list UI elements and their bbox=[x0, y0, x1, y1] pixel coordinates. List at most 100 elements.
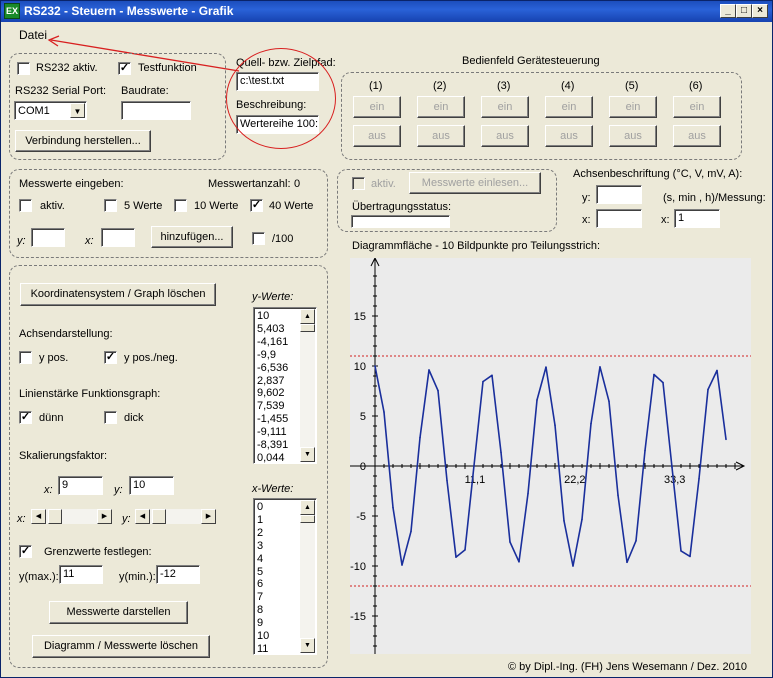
scroll-up-icon[interactable]: ▲ bbox=[300, 309, 315, 324]
thick-label: dick bbox=[124, 412, 144, 424]
thick-checkbox[interactable] bbox=[104, 411, 117, 424]
y-values-list[interactable]: 10 5,403 -4,161 -9,9 -6,536 2,837 9,602 7,539 -1… bbox=[253, 307, 317, 464]
list-item[interactable]: -1,455 bbox=[257, 413, 298, 426]
list-item[interactable]: 2 bbox=[257, 527, 298, 540]
list-item[interactable]: 5 bbox=[257, 566, 298, 579]
delete-diagram-button[interactable]: Diagramm / Messwerte löschen bbox=[32, 635, 210, 658]
ten-values-checkbox[interactable] bbox=[174, 199, 187, 212]
list-item[interactable]: 1 bbox=[257, 514, 298, 527]
rs232-active-checkbox[interactable] bbox=[17, 62, 30, 75]
device-control-title: Bedienfeld Gerätesteuerung bbox=[462, 55, 600, 67]
list-item[interactable]: 5,403 bbox=[257, 323, 298, 336]
channel-6-on-button[interactable]: ein bbox=[673, 96, 721, 118]
list-item[interactable]: 9,602 bbox=[257, 387, 298, 400]
five-values-checkbox[interactable] bbox=[104, 199, 117, 212]
data-point bbox=[383, 411, 385, 413]
channel-1-on-button[interactable]: ein bbox=[353, 96, 401, 118]
ymax-input[interactable]: 11 bbox=[59, 565, 103, 584]
list-item[interactable]: 0,044 bbox=[257, 452, 298, 463]
y-list-scrollbar[interactable]: ▲ ▼ bbox=[300, 309, 315, 462]
list-item[interactable]: 10 bbox=[257, 310, 298, 323]
axis-y-input[interactable] bbox=[596, 185, 642, 204]
scroll-thumb[interactable] bbox=[300, 324, 315, 332]
scroll-right-icon[interactable]: ▶ bbox=[97, 509, 112, 524]
scroll-thumb[interactable] bbox=[152, 509, 166, 524]
list-item[interactable]: 10 bbox=[257, 630, 298, 643]
y-pos-checkbox[interactable] bbox=[19, 351, 32, 364]
connect-button[interactable]: Verbindung herstellen... bbox=[15, 130, 151, 152]
limits-checkbox[interactable]: ✓ bbox=[19, 545, 32, 558]
list-item[interactable]: 4 bbox=[257, 553, 298, 566]
channel-4-off-button[interactable]: aus bbox=[545, 125, 593, 147]
scroll-down-icon[interactable]: ▼ bbox=[300, 447, 315, 462]
channel-3-on-button[interactable]: ein bbox=[481, 96, 529, 118]
input-y-field[interactable] bbox=[31, 228, 65, 247]
scale-y-input[interactable]: 10 bbox=[129, 476, 174, 495]
data-point bbox=[716, 369, 718, 372]
list-item[interactable]: 6 bbox=[257, 578, 298, 591]
ymin-input[interactable]: -12 bbox=[156, 565, 200, 584]
list-item[interactable]: -9,111 bbox=[257, 426, 298, 439]
show-values-button[interactable]: Messwerte darstellen bbox=[49, 601, 188, 624]
list-item[interactable]: 11 bbox=[257, 643, 298, 654]
scroll-up-icon[interactable]: ▲ bbox=[300, 500, 315, 515]
data-point bbox=[554, 424, 556, 426]
x-values-list[interactable]: 0 1 2 3 4 5 6 7 8 9 10 11 ▲ ▼ bbox=[253, 498, 317, 655]
list-item[interactable]: -4,161 bbox=[257, 336, 298, 349]
scroll-down-icon[interactable]: ▼ bbox=[300, 638, 315, 653]
annotation-circle bbox=[226, 48, 336, 149]
channel-5-on-button[interactable]: ein bbox=[609, 96, 657, 118]
transfer-active-checkbox[interactable] bbox=[352, 177, 365, 190]
baudrate-input[interactable] bbox=[121, 101, 191, 120]
channel-2-off-button[interactable]: aus bbox=[417, 125, 465, 147]
list-item[interactable]: 7 bbox=[257, 591, 298, 604]
list-item[interactable]: -8,391 bbox=[257, 439, 298, 452]
list-item[interactable]: 3 bbox=[257, 540, 298, 553]
input-title: Messwerte eingeben: bbox=[19, 178, 124, 190]
channel-5-off-button[interactable]: aus bbox=[609, 125, 657, 147]
x-scale-scrollbar[interactable]: ◀ ▶ bbox=[31, 509, 112, 524]
channel-2-on-button[interactable]: ein bbox=[417, 96, 465, 118]
axis-x-input[interactable] bbox=[596, 209, 642, 228]
line-width-label: Linienstärke Funktionsgraph: bbox=[19, 388, 161, 400]
y-scale-scrollbar[interactable]: ◀ ▶ bbox=[135, 509, 216, 524]
read-values-button[interactable]: Messwerte einlesen... bbox=[409, 172, 541, 194]
serial-port-select[interactable]: COM1 ▼ bbox=[14, 101, 87, 120]
input-active-checkbox[interactable] bbox=[19, 199, 32, 212]
channel-1-off-button[interactable]: aus bbox=[353, 125, 401, 147]
data-point bbox=[671, 466, 673, 469]
list-item[interactable]: 9 bbox=[257, 617, 298, 630]
clear-coordinate-system-button[interactable]: Koordinatensystem / Graph löschen bbox=[20, 283, 216, 306]
serial-port-value: COM1 bbox=[18, 105, 50, 117]
x-values-title: x-Werte: bbox=[252, 483, 294, 495]
scale-x-input[interactable]: 9 bbox=[58, 476, 103, 495]
scroll-thumb[interactable] bbox=[300, 515, 315, 523]
add-button[interactable]: hinzufügen... bbox=[151, 226, 233, 248]
scroll-left-icon[interactable]: ◀ bbox=[31, 509, 46, 524]
forty-values-checkbox[interactable]: ✓ bbox=[250, 199, 263, 212]
list-item[interactable]: -6,536 bbox=[257, 362, 298, 375]
list-item[interactable]: -9,9 bbox=[257, 349, 298, 362]
x-list-scrollbar[interactable]: ▲ ▼ bbox=[300, 500, 315, 653]
div100-checkbox[interactable] bbox=[252, 232, 265, 245]
list-item[interactable]: 2,837 bbox=[257, 375, 298, 388]
scroll-right-icon[interactable]: ▶ bbox=[201, 509, 216, 524]
data-point bbox=[608, 400, 610, 403]
y-pos-label: y pos. bbox=[39, 352, 69, 364]
data-point bbox=[482, 380, 484, 383]
list-item[interactable]: 7,539 bbox=[257, 400, 298, 413]
scroll-thumb[interactable] bbox=[48, 509, 62, 524]
list-item[interactable]: 8 bbox=[257, 604, 298, 617]
thin-checkbox[interactable]: ✓ bbox=[19, 411, 32, 424]
testfunction-checkbox[interactable]: ✓ bbox=[118, 62, 131, 75]
list-item[interactable]: 0 bbox=[257, 501, 298, 514]
axis-x2-input[interactable]: 1 bbox=[674, 209, 720, 228]
channel-3-off-button[interactable]: aus bbox=[481, 125, 529, 147]
channel-6-off-button[interactable]: aus bbox=[673, 125, 721, 147]
scroll-left-icon[interactable]: ◀ bbox=[135, 509, 150, 524]
y-posneg-checkbox[interactable]: ✓ bbox=[104, 351, 117, 364]
chevron-down-icon[interactable]: ▼ bbox=[70, 103, 85, 118]
channel-4-on-button[interactable]: ein bbox=[545, 96, 593, 118]
input-x-field[interactable] bbox=[101, 228, 135, 247]
data-point bbox=[446, 479, 448, 482]
